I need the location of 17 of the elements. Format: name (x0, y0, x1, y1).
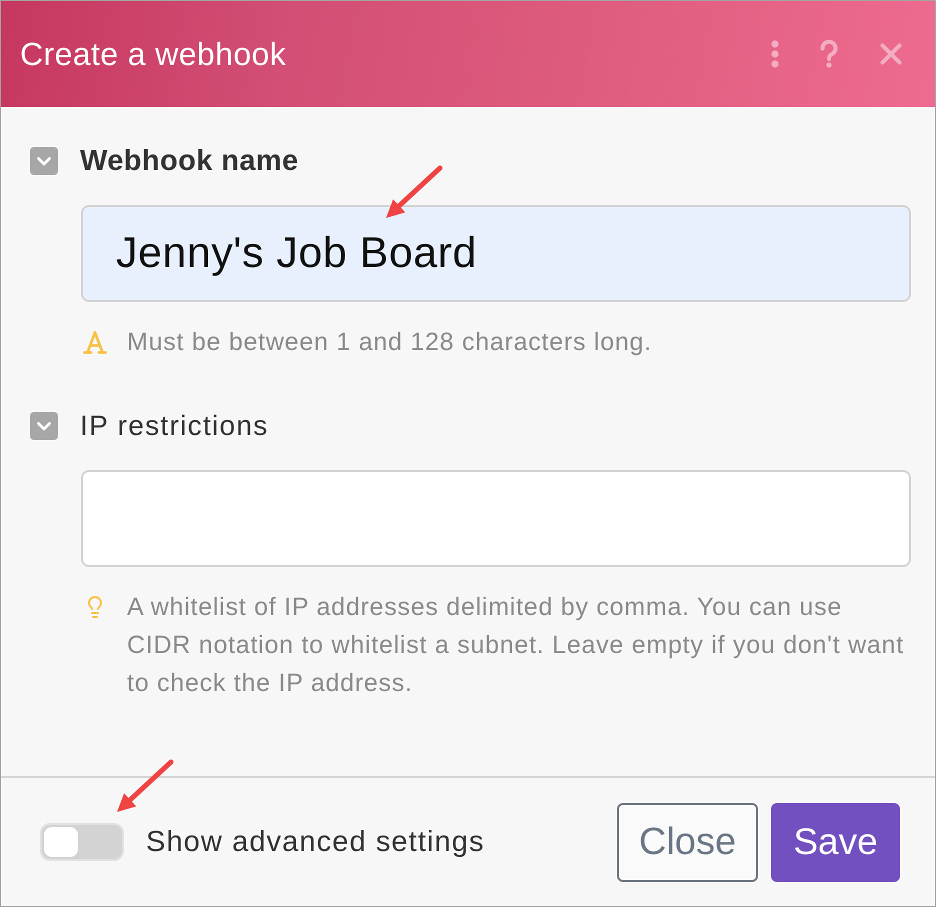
close-icon[interactable] (880, 43, 902, 65)
toggle-label: Show advanced settings (146, 826, 485, 858)
collapse-chevron-icon[interactable] (30, 412, 58, 440)
field-label: IP restrictions (80, 410, 269, 442)
dialog-title: Create a webhook (20, 36, 286, 72)
text-input-field[interactable]: Jenny's Job Board (81, 205, 911, 302)
field-hint: Must be between 1 and 128 characters long. (127, 327, 653, 358)
save-button[interactable]: Save (771, 802, 900, 882)
field-hint: A whitelist of IP addresses delimited by comma. You can use CIDR notation to whitelist a subnet. Leave empty if you don't want to check the IP address. (127, 592, 905, 699)
close-button[interactable]: Close (617, 802, 758, 882)
letter-a-icon (83, 330, 107, 355)
field-label: Webhook name (80, 144, 299, 178)
toggle-switch[interactable] (40, 823, 124, 861)
text-input-field[interactable] (81, 470, 911, 567)
collapse-chevron-icon[interactable] (30, 147, 58, 175)
help-icon[interactable] (819, 40, 839, 68)
more-options-icon[interactable] (771, 40, 779, 68)
